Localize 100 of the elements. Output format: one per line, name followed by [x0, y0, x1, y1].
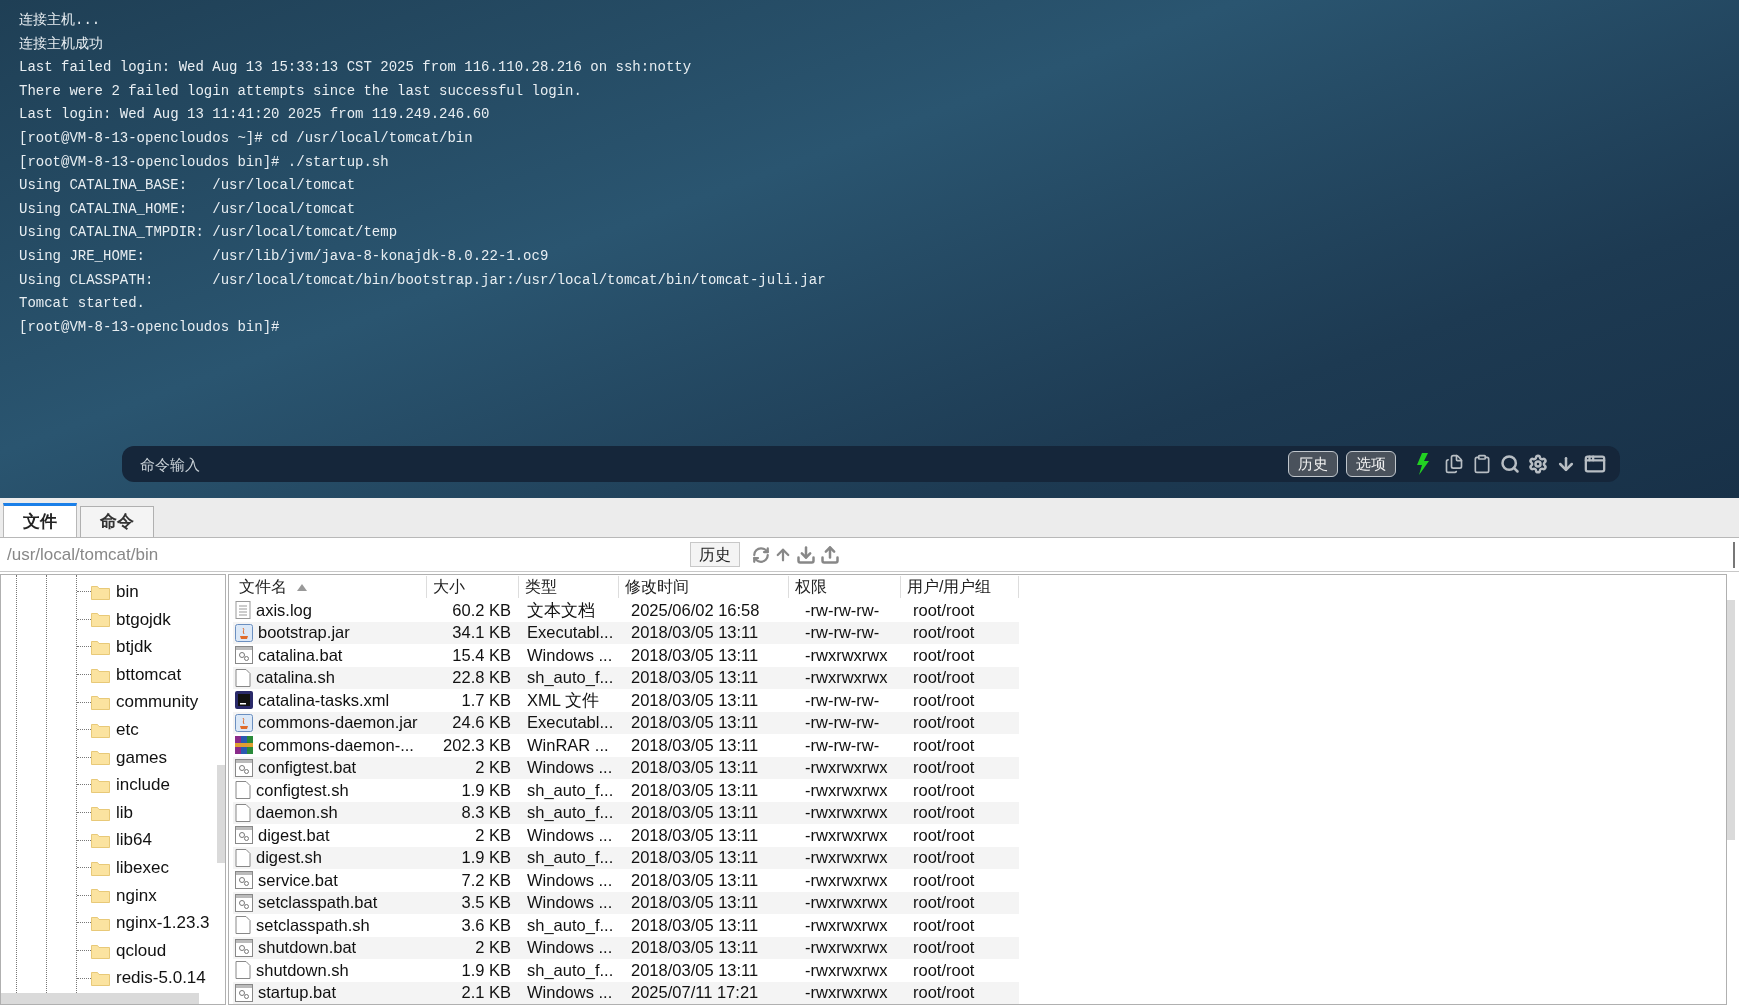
command-bar-button[interactable]: 选项 — [1346, 451, 1396, 477]
folder-name[interactable]: redis-5.0.14 — [116, 965, 206, 991]
table-cell-text: root/root — [913, 734, 975, 756]
search-icon[interactable] — [1500, 454, 1520, 474]
table-cell-text: root/root — [913, 622, 975, 644]
folder-name[interactable]: bin — [116, 579, 139, 605]
table-cell-text: Windows ... — [527, 892, 613, 914]
scrollbar-thumb[interactable] — [1727, 600, 1735, 840]
folder-name[interactable]: qcloud — [116, 937, 167, 964]
file-row[interactable]: shutdown.bat 2 KB Windows ... 2018/03/05 13:11 -rwxrwxrwx root/root — [233, 936, 1019, 959]
folder-name[interactable]: games — [116, 744, 168, 771]
file-name: catalina-tasks.xml — [258, 689, 390, 711]
folder-name[interactable]: btjdk — [116, 634, 152, 660]
file-name: commons-daemon.jar — [258, 712, 418, 734]
gear-file-icon — [235, 893, 253, 912]
table-cell-text: Windows ... — [527, 982, 613, 1004]
file-row[interactable]: catalina.sh 22.8 KB sh_auto_f... 2018/03/05 13:11 -rwxrwxrwx root/root — [233, 666, 1019, 689]
command-bar-button[interactable]: 历史 — [1288, 451, 1338, 477]
table-cell-text: XML 文件 — [527, 689, 599, 711]
table-cell-text: 3.5 KB — [461, 892, 511, 914]
command-input[interactable]: 命令输入 — [122, 446, 1288, 482]
download-icon[interactable] — [796, 544, 816, 565]
table-cell-text: root/root — [913, 824, 975, 846]
terminal-line: Using CLASSPATH: /usr/local/tomcat/bin/bootstrap.jar:/usr/local/tomcat/bin/tomcat-juli.jar — [19, 270, 827, 290]
column-header[interactable]: 权限 — [789, 576, 901, 598]
table-cell-text: 34.1 KB — [452, 622, 511, 644]
lightning-icon[interactable] — [1416, 453, 1430, 475]
table-cell-text: Windows ... — [527, 937, 613, 959]
panel-tab[interactable]: 文件 — [3, 503, 77, 537]
column-header[interactable]: 修改时间 — [619, 576, 789, 598]
file-name: digest.sh — [256, 847, 323, 869]
folder-name[interactable]: lib64 — [116, 827, 152, 853]
table-cell-text: 2.1 KB — [461, 982, 511, 1004]
folder-name[interactable]: bttomcat — [116, 661, 182, 688]
table-cell-text: -rw-rw-rw- — [805, 712, 880, 734]
folder-icon — [91, 970, 110, 987]
table-cell-text: 2018/03/05 13:11 — [631, 712, 759, 734]
terminal-line: [root@VM-8-13-opencloudos ~]# cd /usr/local/tomcat/bin — [19, 128, 474, 148]
file-name: service.bat — [258, 869, 338, 891]
folder-name[interactable]: lib — [116, 799, 133, 826]
copy-icon[interactable] — [1444, 454, 1464, 474]
refresh-icon[interactable] — [752, 545, 770, 564]
table-cell-text: Executabl... — [527, 622, 614, 644]
folder-name[interactable]: nginx — [116, 882, 157, 909]
table-cell-text: 60.2 KB — [452, 599, 511, 621]
table-cell-text: root/root — [913, 644, 975, 666]
folder-name[interactable]: include — [116, 772, 170, 798]
file-row[interactable]: startup.bat 2.1 KB Windows ... 2025/07/11 17:21 -rwxrwxrwx root/root — [233, 981, 1019, 1004]
table-cell-text: root/root — [913, 959, 975, 981]
file-row[interactable]: digest.sh 1.9 KB sh_auto_f... 2018/03/05 13:11 -rwxrwxrwx root/root — [233, 846, 1019, 869]
file-row[interactable]: daemon.sh 8.3 KB sh_auto_f... 2018/03/05 13:11 -rwxrwxrwx root/root — [233, 801, 1019, 824]
table-cell-text: root/root — [913, 937, 975, 959]
folder-name[interactable]: libexec — [116, 855, 169, 881]
file-name: startup.bat — [258, 982, 336, 1004]
folder-name[interactable]: nginx-1.23.3 — [116, 910, 210, 936]
table-cell-text: -rwxrwxrwx — [805, 982, 888, 1004]
table-cell-text: Windows ... — [527, 644, 613, 666]
upload-icon[interactable] — [820, 544, 840, 565]
terminal-line: [root@VM-8-13-opencloudos bin]# — [19, 317, 281, 337]
table-cell-text: 2018/03/05 13:11 — [631, 734, 759, 756]
scrollbar-thumb[interactable] — [1, 993, 199, 1004]
table-cell-text: 2018/03/05 13:11 — [631, 892, 759, 914]
folder-name[interactable]: etc — [116, 717, 139, 743]
folder-icon — [91, 694, 110, 711]
folder-name[interactable]: btgojdk — [116, 606, 171, 633]
terminal-line: Last login: Wed Aug 13 11:41:20 2025 from 119.249.246.60 — [19, 105, 491, 125]
column-header[interactable]: 大小 — [427, 576, 519, 598]
terminal-line: [root@VM-8-13-opencloudos bin]# ./startup.sh — [19, 152, 390, 172]
file-name: axis.log — [256, 599, 312, 621]
column-header[interactable]: 类型 — [519, 576, 619, 598]
column-header[interactable]: 文件名 — [233, 576, 427, 598]
file-row[interactable]: commons-daemon.jar 24.6 KB Executabl... 2018/03/05 13:11 -rw-rw-rw- root/root — [233, 711, 1019, 734]
table-cell-text: sh_auto_f... — [527, 914, 614, 936]
file-row[interactable]: setclasspath.bat 3.5 KB Windows ... 2018/03/05 13:11 -rwxrwxrwx root/root — [233, 891, 1019, 914]
table-cell-text: root/root — [913, 667, 975, 689]
table-cell-text: 2018/03/05 13:11 — [631, 869, 759, 891]
table-cell-text: Executabl... — [527, 712, 614, 734]
terminal-line: 连接主机... — [19, 11, 102, 30]
down-arrow-icon[interactable] — [1556, 454, 1576, 474]
panel-tab[interactable]: 命令 — [80, 506, 154, 537]
terminal-line: Tomcat started. — [19, 294, 147, 314]
folder-icon — [91, 776, 110, 793]
table-cell-text: root/root — [913, 869, 975, 891]
gear-file-icon — [235, 826, 253, 845]
table-cell-text: Windows ... — [527, 757, 613, 779]
sort-ascending-icon — [297, 583, 307, 591]
table-cell-text: 2018/03/05 13:11 — [631, 622, 759, 644]
folder-name[interactable]: community — [116, 689, 199, 715]
file-row[interactable]: bootstrap.jar 34.1 KB Executabl... 2018/03/05 13:11 -rw-rw-rw- root/root — [233, 621, 1019, 644]
table-cell-text: root/root — [913, 982, 975, 1004]
settings-icon[interactable] — [1528, 454, 1548, 474]
scrollbar-thumb[interactable] — [217, 765, 225, 863]
paste-icon[interactable] — [1472, 454, 1492, 474]
folder-icon — [91, 611, 110, 628]
table-cell-text: 2018/03/05 13:11 — [631, 959, 759, 981]
history-button[interactable]: 历史 — [690, 542, 740, 567]
file-row[interactable]: configtest.bat 2 KB Windows ... 2018/03/05 13:11 -rwxrwxrwx root/root — [233, 756, 1019, 779]
blank-file-icon — [235, 848, 251, 867]
column-header[interactable]: 用户/用户组 — [901, 576, 1019, 598]
window-icon[interactable] — [1584, 453, 1606, 475]
